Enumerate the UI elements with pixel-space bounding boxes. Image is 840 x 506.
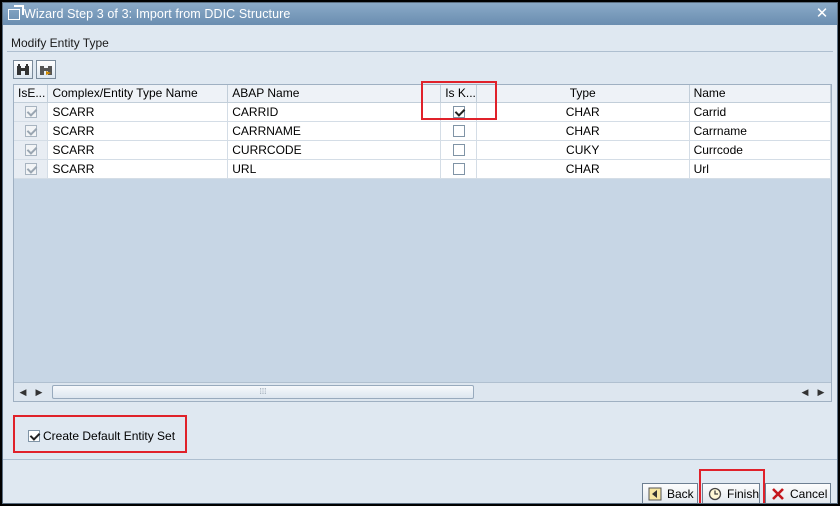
entity-type-name-cell[interactable]: SCARR — [47, 140, 229, 160]
table-row[interactable]: SCARR CARRNAME CHAR Carrname — [14, 121, 831, 141]
is-entity-checkbox — [24, 125, 37, 138]
back-button[interactable]: Back — [642, 483, 698, 503]
footer-divider — [3, 459, 837, 460]
type-cell[interactable]: CHAR — [476, 121, 690, 141]
abap-name-cell[interactable]: URL — [227, 159, 442, 179]
table-header: IsE... Complex/Entity Type Name ABAP Nam… — [14, 85, 831, 103]
table-row[interactable]: SCARR CURRCODE CUKY Currcode — [14, 140, 831, 160]
scroll-left-icon[interactable]: ◀ — [18, 386, 28, 398]
finish-button[interactable]: Finish — [702, 483, 760, 503]
is-key-cell[interactable] — [440, 159, 477, 179]
entity-type-name-cell[interactable]: SCARR — [47, 102, 229, 122]
is-key-checkbox[interactable] — [452, 144, 465, 157]
table-row[interactable]: SCARR URL CHAR Url — [14, 159, 831, 179]
entity-type-name-cell[interactable]: SCARR — [47, 121, 229, 141]
entity-type-name-cell[interactable]: SCARR — [47, 159, 229, 179]
name-cell[interactable]: Currcode — [689, 140, 831, 160]
cancel-button[interactable]: Cancel — [765, 483, 831, 503]
is-entity-checkbox — [24, 144, 37, 157]
scroll-left-icon-right-pane[interactable]: ◀ — [800, 386, 810, 398]
cancel-icon — [771, 487, 785, 501]
back-icon — [648, 487, 662, 501]
find-next-button[interactable] — [36, 60, 56, 79]
section-divider — [7, 51, 833, 52]
find-next-icon — [40, 65, 52, 75]
scroll-right-icon[interactable]: ▶ — [34, 386, 44, 398]
title-bar: Wizard Step 3 of 3: Import from DDIC Str… — [3, 3, 837, 25]
abap-name-cell[interactable]: CURRCODE — [227, 140, 442, 160]
is-key-checkbox[interactable] — [452, 125, 465, 138]
back-label: Back — [667, 486, 694, 501]
is-entity-cell — [14, 121, 49, 141]
name-cell[interactable]: Carrname — [689, 121, 831, 141]
dialog-icon — [8, 8, 20, 20]
type-cell[interactable]: CHAR — [476, 159, 690, 179]
close-icon[interactable]: ✕ — [813, 5, 831, 22]
create-default-entity-set-option[interactable]: Create Default Entity Set — [28, 429, 175, 443]
create-default-entity-set-checkbox[interactable] — [28, 430, 40, 442]
entity-properties-grid: IsE... Complex/Entity Type Name ABAP Nam… — [13, 84, 832, 402]
scroll-right-icon-right-pane[interactable]: ▶ — [816, 386, 826, 398]
scroll-thumb[interactable]: ⁞⁞⁞ — [52, 385, 474, 399]
properties-table: IsE... Complex/Entity Type Name ABAP Nam… — [14, 85, 831, 179]
horizontal-scrollbar[interactable]: ◀ ▶ ⁞⁞⁞ ◀ ▶ — [14, 382, 831, 401]
finish-icon — [708, 487, 722, 501]
grid-toolbar — [13, 60, 56, 79]
find-icon — [17, 63, 29, 75]
name-cell[interactable]: Carrid — [689, 102, 831, 122]
abap-name-cell[interactable]: CARRID — [227, 102, 442, 122]
type-cell[interactable]: CUKY — [476, 140, 690, 160]
is-entity-checkbox — [24, 163, 37, 176]
is-entity-cell — [14, 159, 49, 179]
create-default-entity-set-label: Create Default Entity Set — [43, 429, 176, 443]
col-header-name[interactable]: Name — [689, 85, 831, 103]
find-button[interactable] — [13, 60, 33, 79]
window-title: Wizard Step 3 of 3: Import from DDIC Str… — [24, 7, 291, 21]
col-header-abap-name[interactable]: ABAP Name — [227, 85, 442, 103]
is-key-checkbox[interactable] — [452, 163, 465, 176]
section-title: Modify Entity Type — [11, 36, 109, 50]
col-header-is-entity[interactable]: IsE... — [14, 85, 49, 103]
name-cell[interactable]: Url — [689, 159, 831, 179]
cancel-label: Cancel — [790, 486, 828, 501]
is-entity-cell — [14, 102, 49, 122]
col-header-is-key[interactable]: Is K... — [440, 85, 477, 103]
is-key-checkbox[interactable] — [452, 106, 465, 119]
col-header-type[interactable]: Type — [476, 85, 690, 103]
col-header-entity-type-name[interactable]: Complex/Entity Type Name — [47, 85, 229, 103]
is-key-cell[interactable] — [440, 102, 477, 122]
is-key-cell[interactable] — [440, 121, 477, 141]
is-entity-cell — [14, 140, 49, 160]
finish-label: Finish — [727, 486, 760, 501]
abap-name-cell[interactable]: CARRNAME — [227, 121, 442, 141]
is-entity-checkbox — [24, 106, 37, 119]
wizard-window: Wizard Step 3 of 3: Import from DDIC Str… — [2, 2, 838, 504]
is-key-cell[interactable] — [440, 140, 477, 160]
table-row[interactable]: SCARR CARRID CHAR Carrid — [14, 102, 831, 122]
type-cell[interactable]: CHAR — [476, 102, 690, 122]
